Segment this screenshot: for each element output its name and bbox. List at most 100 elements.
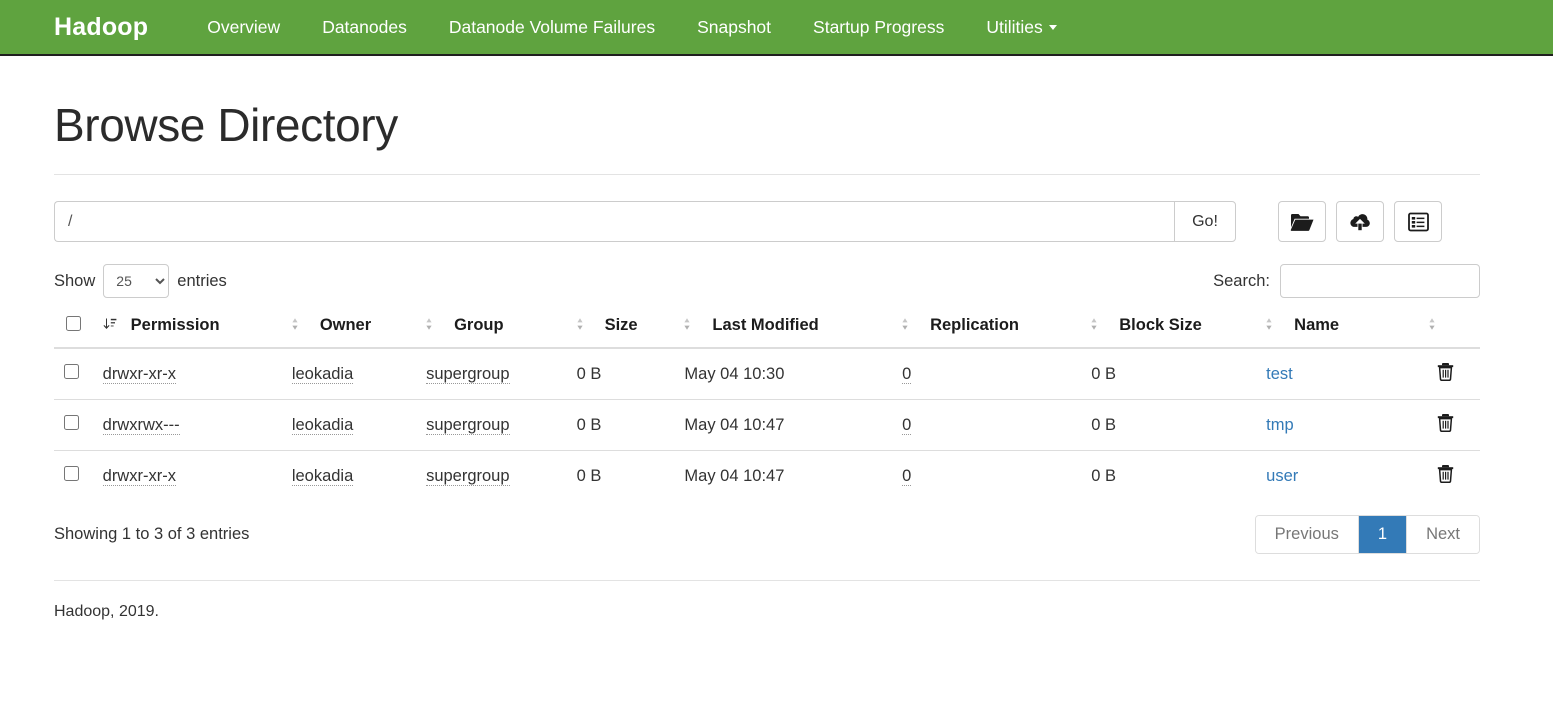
cell-size: 0 B bbox=[566, 347, 675, 400]
group-link[interactable]: supergroup bbox=[426, 364, 510, 384]
footer-text: Hadoop, 2019. bbox=[54, 603, 159, 620]
folder-open-icon bbox=[1290, 212, 1314, 232]
permission-link[interactable]: drwxr-xr-x bbox=[102, 466, 176, 486]
pagination-next[interactable]: Next bbox=[1407, 516, 1479, 553]
column-label-owner: Owner bbox=[319, 316, 372, 334]
entries-label: entries bbox=[177, 271, 227, 290]
owner-link[interactable]: leokadia bbox=[291, 364, 354, 384]
nav-item-datanodes[interactable]: Datanodes bbox=[301, 11, 428, 44]
nav-link-overview[interactable]: Overview bbox=[186, 11, 301, 44]
nav-link-datanodes[interactable]: Datanodes bbox=[301, 11, 428, 44]
nav-link-snapshot[interactable]: Snapshot bbox=[676, 11, 792, 44]
cell-size: 0 B bbox=[566, 399, 675, 451]
search-control: Search: bbox=[1213, 264, 1480, 298]
cell-name: test bbox=[1256, 347, 1419, 400]
nav-item-overview[interactable]: Overview bbox=[186, 11, 301, 44]
upload-files-button[interactable] bbox=[1336, 201, 1384, 242]
delete-row-button[interactable] bbox=[1437, 413, 1454, 435]
row-checkbox[interactable] bbox=[64, 364, 79, 379]
column-header-permission[interactable]: Permission bbox=[92, 308, 282, 349]
cell-actions bbox=[1418, 347, 1480, 400]
sort-icon bbox=[576, 317, 591, 336]
file-name-link[interactable]: user bbox=[1266, 467, 1298, 485]
nav-item-utilities[interactable]: Utilities bbox=[965, 11, 1077, 44]
column-header-last-modified[interactable]: Last Modified bbox=[674, 308, 893, 349]
column-header-group[interactable]: Group bbox=[416, 308, 567, 349]
cell-permission: drwxr-xr-x bbox=[92, 450, 282, 501]
nav-link-utilities-label: Utilities bbox=[986, 16, 1043, 37]
caret-down-icon bbox=[1048, 25, 1057, 31]
cell-replication: 0 bbox=[892, 347, 1082, 400]
group-link[interactable]: supergroup bbox=[426, 466, 510, 486]
sort-icon bbox=[292, 317, 306, 336]
path-input-group: Go! bbox=[54, 201, 1236, 242]
column-header-name[interactable]: Name bbox=[1256, 308, 1419, 349]
nav-item-snapshot[interactable]: Snapshot bbox=[676, 11, 792, 44]
select-all-checkbox[interactable] bbox=[66, 316, 81, 331]
column-label-replication: Replication bbox=[930, 316, 1019, 334]
column-header-owner[interactable]: Owner bbox=[281, 308, 417, 349]
owner-link[interactable]: leokadia bbox=[291, 466, 354, 486]
nav-item-startup-progress[interactable]: Startup Progress bbox=[792, 11, 965, 44]
replication-link[interactable]: 0 bbox=[902, 466, 912, 486]
column-label-last-modified: Last Modified bbox=[712, 316, 819, 334]
cell-owner: leokadia bbox=[281, 347, 417, 400]
replication-link[interactable]: 0 bbox=[902, 415, 912, 435]
file-name-link[interactable]: tmp bbox=[1266, 416, 1294, 434]
column-label-permission: Permission bbox=[130, 316, 220, 334]
show-label: Show bbox=[54, 271, 96, 290]
nav-link-startup-progress[interactable]: Startup Progress bbox=[792, 11, 965, 44]
row-checkbox[interactable] bbox=[64, 415, 79, 430]
pagination-page-1[interactable]: 1 bbox=[1358, 516, 1408, 553]
cell-owner: leokadia bbox=[281, 399, 417, 451]
row-select-cell[interactable] bbox=[54, 347, 93, 400]
cell-owner: leokadia bbox=[281, 450, 417, 501]
cell-group: supergroup bbox=[416, 450, 567, 501]
column-header-actions bbox=[1418, 308, 1480, 349]
pagination-previous[interactable]: Previous bbox=[1255, 516, 1359, 553]
page-length-select[interactable]: 25 50 100 bbox=[103, 264, 170, 298]
column-header-replication[interactable]: Replication bbox=[892, 308, 1082, 349]
sort-icon bbox=[426, 317, 440, 336]
go-button[interactable]: Go! bbox=[1174, 201, 1236, 242]
cell-name: tmp bbox=[1256, 399, 1419, 451]
delete-row-button[interactable] bbox=[1437, 464, 1454, 484]
row-checkbox[interactable] bbox=[64, 466, 79, 481]
search-input[interactable] bbox=[1280, 264, 1480, 298]
directory-path-input[interactable] bbox=[54, 201, 1174, 242]
nav-item-datanode-volume-failures[interactable]: Datanode Volume Failures bbox=[428, 11, 676, 44]
trash-icon bbox=[1437, 414, 1454, 435]
column-header-block-size[interactable]: Block Size bbox=[1081, 308, 1257, 349]
directory-action-buttons bbox=[1278, 201, 1442, 242]
replication-link[interactable]: 0 bbox=[902, 364, 912, 384]
table-head: Permission Owner Group Size Last Modifie… bbox=[54, 308, 1480, 349]
row-select-cell[interactable] bbox=[54, 399, 93, 451]
cell-group: supergroup bbox=[416, 399, 567, 451]
brand-hadoop[interactable]: Hadoop bbox=[54, 13, 148, 42]
delete-row-button[interactable] bbox=[1437, 362, 1454, 382]
cell-name: user bbox=[1256, 450, 1419, 501]
group-link[interactable]: supergroup bbox=[426, 415, 510, 435]
cell-last-modified: May 04 10:30 bbox=[674, 347, 893, 400]
cell-block-size: 0 B bbox=[1081, 399, 1257, 451]
cell-block-size: 0 B bbox=[1081, 347, 1257, 400]
row-select-cell[interactable] bbox=[54, 450, 93, 501]
table-row: drwxr-xr-x leokadia supergroup 0 B May 0… bbox=[54, 450, 1480, 501]
file-name-link[interactable]: test bbox=[1266, 365, 1293, 383]
column-header-size[interactable]: Size bbox=[566, 308, 675, 349]
nav-link-utilities[interactable]: Utilities bbox=[965, 11, 1077, 44]
create-directory-button[interactable] bbox=[1278, 201, 1326, 242]
permission-link[interactable]: drwxr-xr-x bbox=[102, 364, 176, 384]
column-label-block-size: Block Size bbox=[1119, 316, 1202, 334]
nav-link-datanode-volume-failures[interactable]: Datanode Volume Failures bbox=[428, 11, 676, 44]
column-label-group: Group bbox=[454, 316, 504, 334]
sort-icon bbox=[902, 317, 916, 336]
nav-menu: Overview Datanodes Datanode Volume Failu… bbox=[186, 11, 1078, 44]
cut-high-availability-button[interactable] bbox=[1394, 201, 1442, 242]
column-header-select-all[interactable] bbox=[54, 308, 93, 349]
sort-icon bbox=[1429, 317, 1443, 336]
owner-link[interactable]: leokadia bbox=[291, 415, 354, 435]
sort-amount-icon bbox=[103, 317, 117, 336]
permission-link[interactable]: drwxrwx--- bbox=[102, 415, 180, 435]
cell-block-size: 0 B bbox=[1081, 450, 1257, 501]
